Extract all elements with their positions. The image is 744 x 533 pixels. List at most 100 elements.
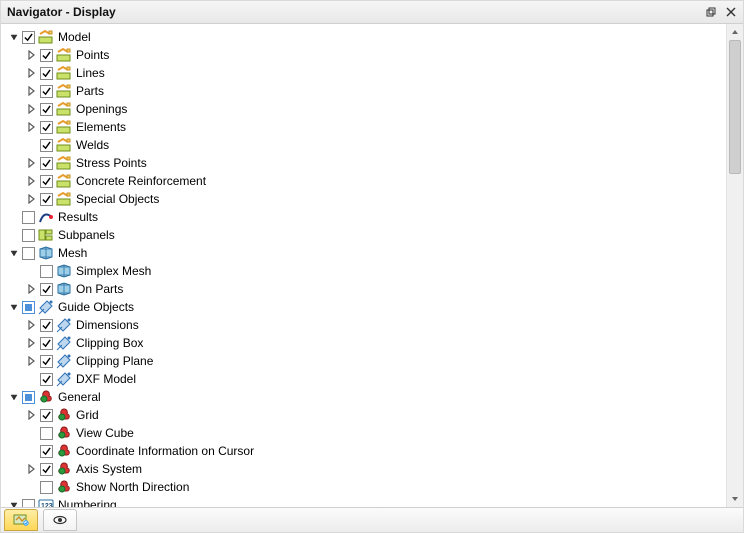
checkbox[interactable] bbox=[40, 319, 53, 332]
checkbox[interactable] bbox=[40, 49, 53, 62]
expand-icon[interactable] bbox=[26, 355, 38, 367]
checkbox[interactable] bbox=[40, 481, 53, 494]
tree-item-subpanels[interactable]: Subpanels bbox=[5, 226, 710, 244]
tree-item-view-cube[interactable]: View Cube bbox=[5, 424, 710, 442]
tree-item-concrete-reinforcement[interactable]: Concrete Reinforcement bbox=[5, 172, 710, 190]
tree-item-lines[interactable]: Lines bbox=[5, 64, 710, 82]
checkbox[interactable] bbox=[22, 211, 35, 224]
tree-item-on-parts[interactable]: On Parts bbox=[5, 280, 710, 298]
checkbox[interactable] bbox=[22, 31, 35, 44]
expand-icon[interactable] bbox=[26, 103, 38, 115]
tree-item-special-objects[interactable]: Special Objects bbox=[5, 190, 710, 208]
tree-item-clipping-box[interactable]: Clipping Box bbox=[5, 334, 710, 352]
tree-item-openings[interactable]: Openings bbox=[5, 100, 710, 118]
tree-item-label: View Cube bbox=[75, 424, 134, 442]
tree-item-dimensions[interactable]: Dimensions bbox=[5, 316, 710, 334]
expand-icon[interactable] bbox=[26, 175, 38, 187]
tree-item-label: Subpanels bbox=[57, 226, 115, 244]
checkbox[interactable] bbox=[40, 103, 53, 116]
guide-icon bbox=[56, 335, 72, 351]
checkbox[interactable] bbox=[22, 247, 35, 260]
checkbox[interactable] bbox=[22, 391, 35, 404]
collapse-icon[interactable] bbox=[8, 31, 20, 43]
close-button[interactable] bbox=[723, 4, 739, 20]
tree-item-guide-objects[interactable]: Guide Objects bbox=[5, 298, 710, 316]
checkbox[interactable] bbox=[40, 175, 53, 188]
checkbox[interactable] bbox=[40, 445, 53, 458]
checkbox[interactable] bbox=[22, 229, 35, 242]
checkbox[interactable] bbox=[40, 337, 53, 350]
checkbox[interactable] bbox=[40, 193, 53, 206]
expand-icon[interactable] bbox=[26, 319, 38, 331]
tree-item-grid[interactable]: Grid bbox=[5, 406, 710, 424]
checkbox[interactable] bbox=[40, 427, 53, 440]
checkbox[interactable] bbox=[40, 355, 53, 368]
expand-icon[interactable] bbox=[26, 283, 38, 295]
collapse-icon[interactable] bbox=[8, 499, 20, 507]
checkbox[interactable] bbox=[40, 157, 53, 170]
expand-icon[interactable] bbox=[26, 409, 38, 421]
tree-item-label: Clipping Plane bbox=[75, 352, 153, 370]
tree-item-general[interactable]: General bbox=[5, 388, 710, 406]
tab-view[interactable] bbox=[43, 509, 77, 531]
checkbox[interactable] bbox=[40, 139, 53, 152]
tree-item-welds[interactable]: Welds bbox=[5, 136, 710, 154]
expand-icon[interactable] bbox=[26, 85, 38, 97]
scroll-track[interactable] bbox=[727, 40, 743, 491]
tree-item-label: Concrete Reinforcement bbox=[75, 172, 206, 190]
scroll-down-button[interactable] bbox=[727, 491, 743, 507]
expand-icon[interactable] bbox=[26, 157, 38, 169]
scroll-thumb[interactable] bbox=[729, 40, 741, 174]
tree-item-mesh[interactable]: Mesh bbox=[5, 244, 710, 262]
tree-item-dxf-model[interactable]: DXF Model bbox=[5, 370, 710, 388]
expand-icon[interactable] bbox=[26, 193, 38, 205]
tree-container: ModelPointsLinesPartsOpeningsElementsWel… bbox=[1, 24, 726, 507]
checkbox[interactable] bbox=[40, 265, 53, 278]
collapse-icon[interactable] bbox=[8, 391, 20, 403]
checkbox[interactable] bbox=[22, 301, 35, 314]
tree-item-numbering[interactable]: Numbering bbox=[5, 496, 710, 507]
checkbox[interactable] bbox=[40, 373, 53, 386]
expand-icon[interactable] bbox=[26, 463, 38, 475]
tab-display[interactable] bbox=[4, 509, 38, 531]
tree-item-parts[interactable]: Parts bbox=[5, 82, 710, 100]
model-icon bbox=[38, 29, 54, 45]
panel-body: ModelPointsLinesPartsOpeningsElementsWel… bbox=[1, 24, 743, 507]
expand-icon[interactable] bbox=[26, 49, 38, 61]
expand-icon[interactable] bbox=[26, 337, 38, 349]
checkbox[interactable] bbox=[40, 67, 53, 80]
collapse-icon[interactable] bbox=[8, 247, 20, 259]
tree-item-label: Mesh bbox=[57, 244, 87, 262]
guide-icon bbox=[56, 317, 72, 333]
collapse-icon[interactable] bbox=[8, 301, 20, 313]
tree-item-model[interactable]: Model bbox=[5, 28, 710, 46]
vertical-scrollbar[interactable] bbox=[726, 24, 743, 507]
model-icon bbox=[56, 173, 72, 189]
tree-item-points[interactable]: Points bbox=[5, 46, 710, 64]
eye-icon bbox=[52, 512, 68, 528]
tree-item-results[interactable]: Results bbox=[5, 208, 710, 226]
tree-item-coord-cursor[interactable]: Coordinate Information on Cursor bbox=[5, 442, 710, 460]
display-tree[interactable]: ModelPointsLinesPartsOpeningsElementsWel… bbox=[5, 28, 710, 507]
tree-item-label: Axis System bbox=[75, 460, 142, 478]
scroll-up-button[interactable] bbox=[727, 24, 743, 40]
model-icon bbox=[56, 155, 72, 171]
checkbox[interactable] bbox=[40, 85, 53, 98]
expand-icon[interactable] bbox=[26, 67, 38, 79]
tree-item-clipping-plane[interactable]: Clipping Plane bbox=[5, 352, 710, 370]
checkbox[interactable] bbox=[22, 499, 35, 508]
expand-icon[interactable] bbox=[26, 121, 38, 133]
checkbox[interactable] bbox=[40, 283, 53, 296]
guide-icon bbox=[38, 299, 54, 315]
tree-item-elements[interactable]: Elements bbox=[5, 118, 710, 136]
checkbox[interactable] bbox=[40, 463, 53, 476]
restore-button[interactable] bbox=[703, 4, 719, 20]
checkbox[interactable] bbox=[40, 121, 53, 134]
model-icon bbox=[56, 191, 72, 207]
tree-item-simplex-mesh[interactable]: Simplex Mesh bbox=[5, 262, 710, 280]
checkbox[interactable] bbox=[40, 409, 53, 422]
model-icon bbox=[56, 83, 72, 99]
tree-item-axis-system[interactable]: Axis System bbox=[5, 460, 710, 478]
tree-item-north[interactable]: Show North Direction bbox=[5, 478, 710, 496]
tree-item-stress-points[interactable]: Stress Points bbox=[5, 154, 710, 172]
